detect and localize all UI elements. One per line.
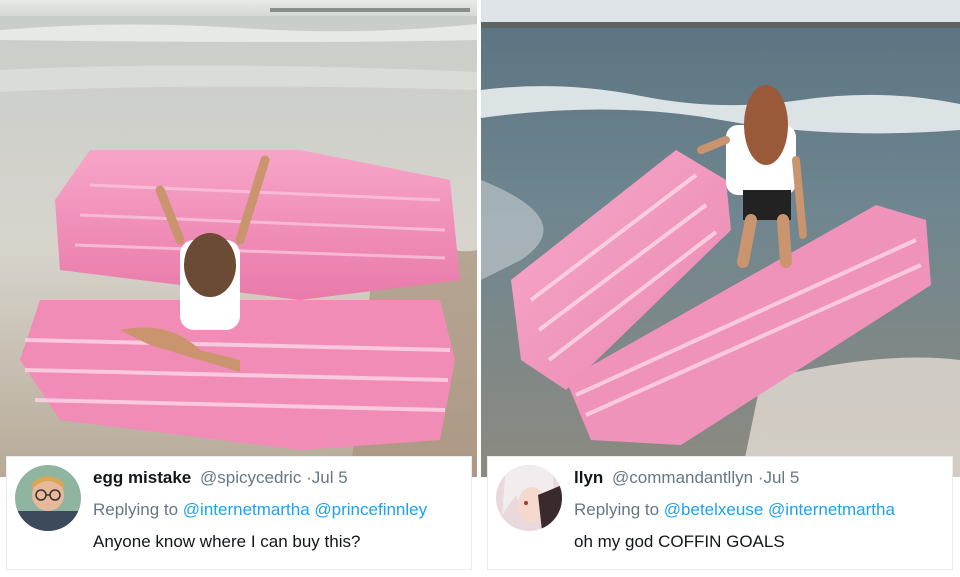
tweet-time[interactable]: ·Jul 5 (758, 468, 800, 487)
user-handle[interactable]: @commandantllyn (612, 468, 753, 487)
display-name[interactable]: llyn (574, 468, 603, 487)
avatar-glasses-person-icon (15, 465, 81, 531)
reply-tweet-card[interactable]: egg mistake @spicycedric ·Jul 5 Replying… (6, 456, 472, 570)
replying-to-line: Replying to @internetmartha @princefinnl… (93, 499, 467, 521)
mention-link[interactable]: @betelxeuse (664, 500, 764, 519)
replying-to-line: Replying to @betelxeuse @internetmartha (574, 499, 948, 521)
reply-tweet-card[interactable]: llyn @commandantllyn ·Jul 5 Replying to … (487, 456, 953, 570)
mention-link[interactable]: @princefinnley (314, 500, 427, 519)
right-photo-panel: llyn @commandantllyn ·Jul 5 Replying to … (481, 0, 960, 577)
display-name[interactable]: egg mistake (93, 468, 191, 487)
mention-link[interactable]: @internetmartha (183, 500, 310, 519)
tweet-header: egg mistake @spicycedric ·Jul 5 (93, 467, 465, 489)
tweet-text: Anyone know where I can buy this? (93, 532, 361, 551)
meme-composite: egg mistake @spicycedric ·Jul 5 Replying… (0, 0, 960, 577)
tweet-text: oh my god COFFIN GOALS (574, 532, 785, 551)
user-avatar[interactable] (496, 465, 562, 531)
tweet-header: llyn @commandantllyn ·Jul 5 (574, 467, 946, 489)
tweet-time[interactable]: ·Jul 5 (306, 468, 348, 487)
user-avatar[interactable] (15, 465, 81, 531)
replying-to-label: Replying to (93, 500, 179, 519)
left-photo-panel: egg mistake @spicycedric ·Jul 5 Replying… (0, 0, 477, 577)
user-handle[interactable]: @spicycedric (200, 468, 301, 487)
replying-to-label: Replying to (574, 500, 660, 519)
mention-link[interactable]: @internetmartha (768, 500, 895, 519)
avatar-anime-character-icon (496, 465, 562, 531)
